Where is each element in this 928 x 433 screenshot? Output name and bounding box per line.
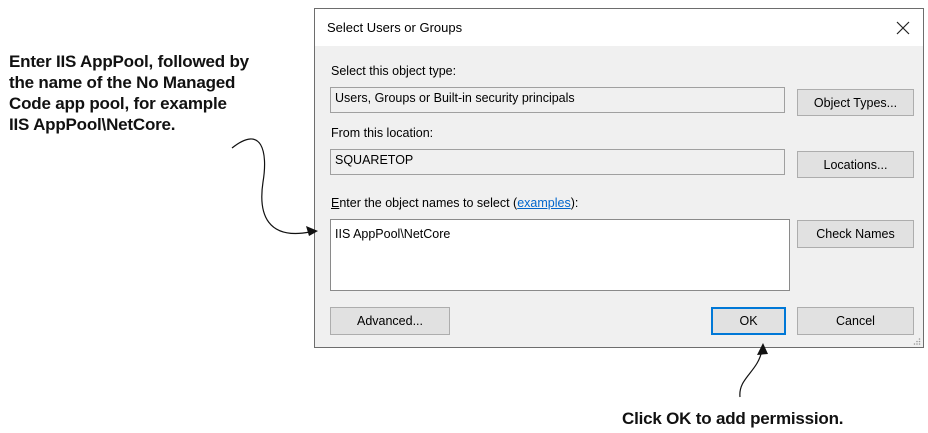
left-callout-line-3: Code app pool, for example — [9, 94, 227, 113]
cancel-button[interactable]: Cancel — [797, 307, 914, 335]
locations-button[interactable]: Locations... — [797, 151, 914, 178]
bottom-arrow-line — [739, 349, 763, 398]
left-callout-line-1: Enter IIS AppPool, followed by — [9, 52, 249, 71]
location-label: From this location: — [331, 126, 434, 140]
ok-button[interactable]: OK — [711, 307, 786, 335]
left-callout: Enter IIS AppPool, followed by the name … — [9, 51, 309, 135]
dialog-title: Select Users or Groups — [327, 20, 463, 35]
resize-grip-icon[interactable] — [913, 337, 921, 345]
examples-link[interactable]: examples — [517, 196, 571, 210]
left-callout-line-2: the name of the No Managed — [9, 73, 236, 92]
close-button[interactable] — [883, 9, 923, 46]
location-field: SQUARETOP — [330, 149, 785, 175]
title-bar: Select Users or Groups — [315, 9, 923, 46]
label-text: nter the object names to select ( — [339, 196, 518, 210]
label-close: ): — [570, 196, 579, 210]
object-type-label: Select this object type: — [331, 64, 457, 78]
left-callout-line-4: IIS AppPool\NetCore. — [9, 115, 176, 134]
bottom-callout: Click OK to add permission. — [622, 409, 844, 428]
check-names-button[interactable]: Check Names — [797, 220, 914, 248]
advanced-button[interactable]: Advanced... — [330, 307, 450, 335]
left-arrow-line — [231, 138, 311, 234]
object-types-button[interactable]: Object Types... — [797, 89, 914, 116]
select-users-dialog: Select Users or Groups Select this objec… — [314, 8, 924, 348]
object-names-label: Enter the object names to select (exampl… — [331, 196, 578, 210]
close-icon — [896, 21, 910, 34]
object-type-field: Users, Groups or Built-in security princ… — [330, 87, 785, 113]
object-names-input[interactable]: IIS AppPool\NetCore — [330, 219, 790, 291]
